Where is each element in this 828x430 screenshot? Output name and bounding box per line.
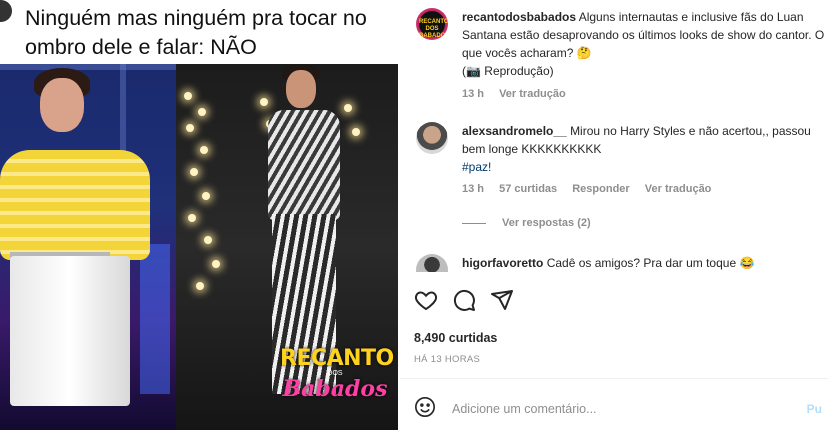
- avatar[interactable]: RECANTO DOS BABADOS: [416, 8, 448, 40]
- comment-likes[interactable]: 57 curtidas: [499, 183, 557, 195]
- view-replies-button[interactable]: Ver respostas (2): [462, 217, 591, 229]
- photo-credit: (📷 Reprodução): [462, 64, 554, 78]
- comments-panel: RECANTO DOS BABADOS recantodosbabados Al…: [400, 0, 828, 430]
- emoji-icon[interactable]: [414, 396, 436, 423]
- tweet-avatar: [0, 0, 12, 22]
- watermark-logo: RECANTO DOS Babados: [280, 346, 394, 402]
- username-link[interactable]: recantodosbabados: [462, 10, 576, 24]
- photo-right: RECANTO DOS Babados: [176, 64, 398, 430]
- likes-count[interactable]: 8,490 curtidas: [414, 331, 497, 345]
- comment-text: Cadê os amigos? Pra dar um toque 😂: [546, 256, 755, 270]
- post-button[interactable]: Pu: [807, 402, 822, 416]
- reply-button[interactable]: Responder: [572, 183, 629, 195]
- post-timestamp[interactable]: HÁ 13 HORAS: [414, 354, 480, 365]
- translate-link[interactable]: Ver tradução: [645, 183, 712, 195]
- action-bar: [414, 288, 514, 317]
- hashtag-link[interactable]: #paz!: [462, 158, 828, 176]
- comment-composer: Adicione um comentário... Pu: [414, 396, 824, 423]
- translate-link[interactable]: Ver tradução: [499, 88, 566, 100]
- username-link[interactable]: higorfavoretto: [462, 256, 543, 270]
- post-image: Ninguém mas ninguém pra tocar no ombro d…: [0, 0, 400, 430]
- divider-line: [462, 222, 486, 224]
- comment-time[interactable]: 13 h: [462, 183, 484, 195]
- avatar[interactable]: [416, 254, 448, 272]
- post-time[interactable]: 13 h: [462, 88, 484, 100]
- comment-input[interactable]: Adicione um comentário...: [452, 402, 597, 416]
- divider: [400, 378, 828, 379]
- photo-left: [0, 64, 176, 430]
- username-link[interactable]: alexsandromelo__: [462, 124, 567, 138]
- share-icon[interactable]: [490, 288, 514, 317]
- avatar[interactable]: [416, 122, 448, 154]
- comment-icon[interactable]: [452, 288, 476, 317]
- heart-icon[interactable]: [414, 288, 438, 317]
- meme-caption: Ninguém mas ninguém pra tocar no ombro d…: [25, 6, 367, 59]
